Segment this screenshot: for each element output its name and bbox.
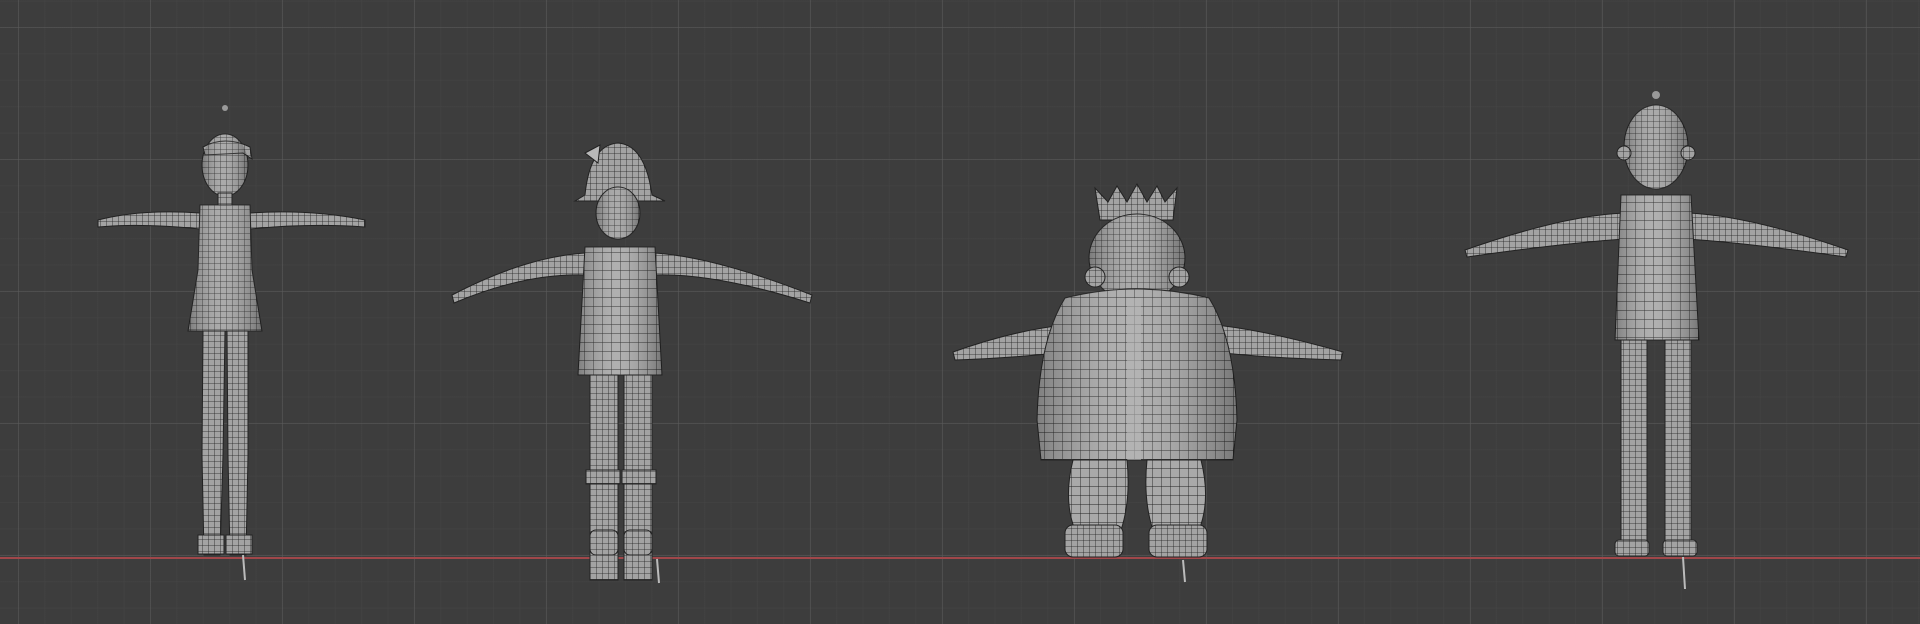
girl-character-mesh[interactable] [40, 95, 400, 585]
bald-man-character-mesh[interactable] [1455, 85, 1865, 595]
king-character-mesh[interactable] [945, 180, 1355, 585]
3d-viewport[interactable] [0, 0, 1920, 624]
hunter-character-mesh[interactable] [440, 135, 820, 585]
